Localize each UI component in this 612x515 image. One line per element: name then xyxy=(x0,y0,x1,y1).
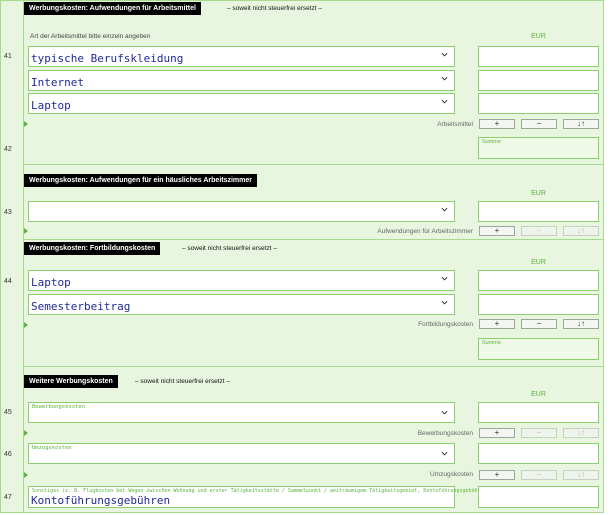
bewerbung-amount[interactable] xyxy=(478,402,599,423)
fortbildung-value-1: Laptop xyxy=(31,276,71,289)
section-note-arbeitsmittel: – soweit nicht steuerfrei ersetzt – xyxy=(227,5,323,12)
arbeitszimmer-amount[interactable] xyxy=(478,201,599,222)
umzug-field-label: Umzugskosten xyxy=(32,445,72,451)
chevron-down-icon xyxy=(441,300,448,305)
arbeitsmittel-amount-3[interactable] xyxy=(478,93,599,114)
ctl-label-bewerbung: Bewerbungskosten xyxy=(417,430,473,437)
remove-row-button: − xyxy=(521,470,557,480)
arbeitszimmer-select[interactable] xyxy=(28,201,455,222)
row-divider xyxy=(23,239,604,240)
chevron-down-icon xyxy=(441,76,448,81)
summe-label: Summe xyxy=(482,139,501,145)
arbeitsmittel-amount-1[interactable] xyxy=(478,46,599,67)
eur-label: EUR xyxy=(531,190,546,197)
row-number-43: 43 xyxy=(4,209,12,216)
triangle-right-icon xyxy=(24,430,28,436)
eur-label: EUR xyxy=(531,33,546,40)
remove-row-button[interactable]: − xyxy=(521,319,557,329)
sort-rows-button: ↓↑ xyxy=(563,226,599,236)
remove-row-button: − xyxy=(521,226,557,236)
ctl-label-fortbildung: Fortbildungskosten xyxy=(418,321,473,328)
eur-label: EUR xyxy=(531,259,546,266)
row-number-44: 44 xyxy=(4,278,12,285)
chevron-down-icon xyxy=(441,207,448,212)
triangle-right-icon xyxy=(24,121,28,127)
ctl-label-arbeitsmittel: Arbeitsmittel xyxy=(437,121,473,128)
umzug-select[interactable]: Umzugskosten xyxy=(28,443,455,464)
triangle-right-icon xyxy=(24,228,28,234)
row-divider xyxy=(23,366,604,367)
triangle-right-icon xyxy=(24,322,28,328)
add-row-button[interactable]: + xyxy=(479,428,515,438)
chevron-down-icon xyxy=(441,451,448,456)
row-number-47: 47 xyxy=(4,494,12,501)
fortbildung-select-1[interactable]: Laptop xyxy=(28,270,455,291)
arbeitsmittel-select-3[interactable]: Laptop xyxy=(28,93,455,114)
add-row-button[interactable]: + xyxy=(479,319,515,329)
art-arbeitsmittel-label: Art der Arbeitsmittel bitte einzeln ange… xyxy=(30,33,151,40)
sort-rows-button: ↓↑ xyxy=(563,428,599,438)
sonstiges-amount[interactable] xyxy=(478,486,599,508)
eur-label: EUR xyxy=(531,391,546,398)
summe-label: Summe xyxy=(482,340,501,346)
section-note-fortbildung: – soweit nicht steuerfrei ersetzt – xyxy=(182,245,278,252)
bewerbung-select[interactable]: Bewerbungskosten xyxy=(28,402,455,423)
fortbildung-select-2[interactable]: Semesterbeitrag xyxy=(28,294,455,315)
arbeitsmittel-value-3: Laptop xyxy=(31,99,71,112)
bewerbung-field-label: Bewerbungskosten xyxy=(32,404,85,410)
row-divider xyxy=(23,164,604,165)
add-row-button[interactable]: + xyxy=(479,470,515,480)
summe-fortbildung: Summe xyxy=(478,338,599,360)
arbeitsmittel-amount-2[interactable] xyxy=(478,70,599,91)
row-number-45: 45 xyxy=(4,409,12,416)
arbeitsmittel-value-1: typische Berufskleidung xyxy=(31,52,184,65)
ctl-label-arbeitszimmer: Aufwendungen für Arbeitszimmer xyxy=(377,228,473,235)
umzug-amount[interactable] xyxy=(478,443,599,464)
section-title-fortbildung: Werbungskosten: Fortbildungskosten xyxy=(24,242,161,255)
section-note-weitere: – soweit nicht steuerfrei ersetzt – xyxy=(135,378,231,385)
left-margin-line xyxy=(23,0,24,513)
sonstiges-select[interactable]: Sonstiges (z. B. Flugkosten bei Wegen zw… xyxy=(28,486,490,508)
add-row-button[interactable]: + xyxy=(479,226,515,236)
chevron-down-icon xyxy=(441,99,448,104)
summe-arbeitsmittel: Summe xyxy=(478,137,599,159)
add-row-button[interactable]: + xyxy=(479,119,515,129)
chevron-down-icon xyxy=(441,52,448,57)
fortbildung-amount-2[interactable] xyxy=(478,294,599,315)
remove-row-button: − xyxy=(521,428,557,438)
sort-rows-button: ↓↑ xyxy=(563,470,599,480)
arbeitsmittel-select-1[interactable]: typische Berufskleidung xyxy=(28,46,455,67)
triangle-right-icon xyxy=(24,472,28,478)
section-title-weitere: Weitere Werbungskosten xyxy=(24,375,118,388)
arbeitsmittel-select-2[interactable]: Internet xyxy=(28,70,455,91)
fortbildung-value-2: Semesterbeitrag xyxy=(31,300,131,313)
sort-rows-button[interactable]: ↓↑ xyxy=(563,119,599,129)
ctl-label-umzug: Umzugskosten xyxy=(430,471,473,478)
row-number-42: 42 xyxy=(4,146,12,153)
section-title-arbeitszimmer: Werbungskosten: Aufwendungen für ein häu… xyxy=(24,174,257,187)
chevron-down-icon xyxy=(441,410,448,415)
row-number-46: 46 xyxy=(4,451,12,458)
remove-row-button[interactable]: − xyxy=(521,119,557,129)
sonstiges-value: Kontoführungsgebühren xyxy=(31,494,171,507)
fortbildung-amount-1[interactable] xyxy=(478,270,599,291)
section-title-arbeitsmittel: Werbungskosten: Aufwendungen für Arbeits… xyxy=(24,2,201,15)
arbeitsmittel-value-2: Internet xyxy=(31,76,84,89)
chevron-down-icon xyxy=(441,276,448,281)
sort-rows-button[interactable]: ↓↑ xyxy=(563,319,599,329)
row-number-41: 41 xyxy=(4,53,12,60)
